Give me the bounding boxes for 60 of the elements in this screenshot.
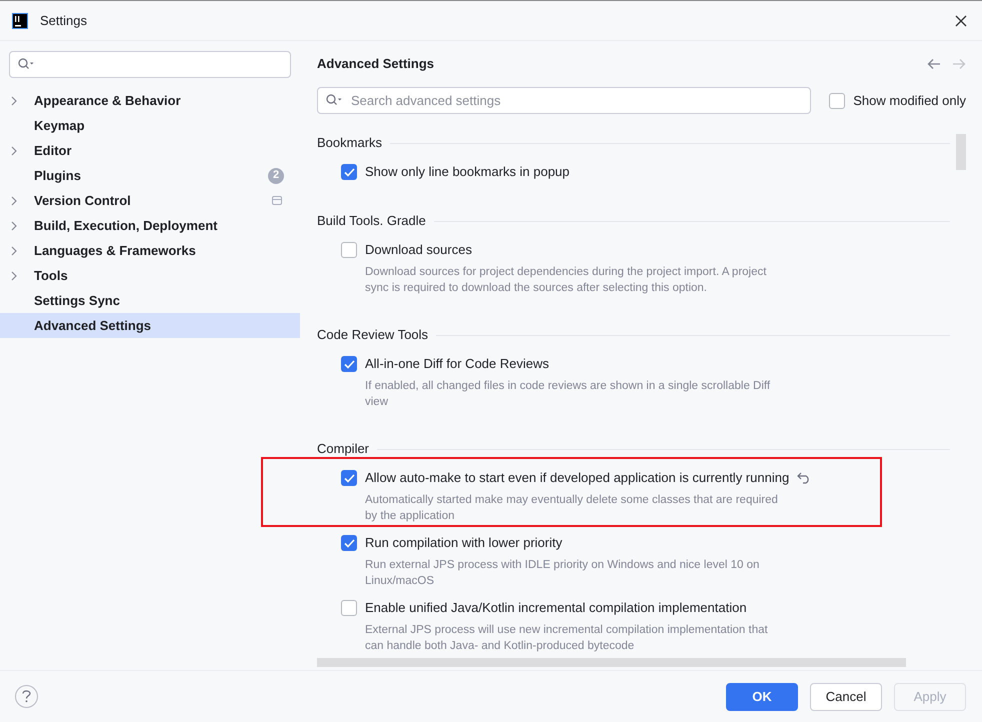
app-logo-icon bbox=[12, 12, 28, 28]
vertical-scrollbar[interactable] bbox=[956, 134, 966, 170]
checkbox[interactable] bbox=[341, 535, 357, 551]
search-field[interactable] bbox=[9, 51, 291, 78]
setting-description: Run external JPS process with IDLE priority on Windows and nice level 10 on Linux/macOS bbox=[365, 558, 760, 589]
section-title: Bookmarks bbox=[317, 134, 382, 152]
check-icon bbox=[344, 360, 354, 368]
page-title: Advanced Settings bbox=[317, 55, 434, 74]
sidebar-item[interactable]: Version Control bbox=[0, 188, 300, 213]
show-modified-checkbox[interactable]: Show modified only bbox=[829, 90, 966, 110]
section-title: Build Tools. Gradle bbox=[317, 212, 426, 230]
sidebar-item[interactable]: Settings Sync bbox=[0, 288, 300, 313]
checkbox[interactable] bbox=[341, 600, 357, 616]
chevron-right-icon[interactable] bbox=[11, 96, 17, 106]
search-icon bbox=[326, 94, 342, 106]
setting-label: All-in-one Diff for Code Reviews bbox=[365, 355, 549, 374]
sidebar-item[interactable]: Tools bbox=[0, 263, 300, 288]
section-title: Code Review Tools bbox=[317, 326, 428, 344]
search-icon bbox=[18, 58, 34, 70]
check-icon bbox=[344, 168, 354, 176]
section-title: Compiler bbox=[317, 440, 370, 458]
checkbox[interactable] bbox=[341, 242, 357, 258]
chevron-right-icon[interactable] bbox=[11, 146, 17, 156]
setting-label: Run compilation with lower priority bbox=[365, 534, 562, 552]
setting-label: Enable unified Java/Kotlin incremental compilation implementation bbox=[365, 599, 747, 618]
question-icon bbox=[22, 690, 31, 703]
setting-description: Automatically started make may eventually delete some classes that are required by the application bbox=[365, 493, 779, 524]
sidebar-item[interactable]: Languages & Frameworks bbox=[0, 238, 300, 263]
undo-icon[interactable] bbox=[797, 472, 812, 484]
close-icon[interactable] bbox=[955, 14, 967, 26]
checkbox[interactable] bbox=[829, 92, 846, 108]
help-button[interactable] bbox=[15, 685, 38, 708]
sidebar-item[interactable]: Appearance & Behavior bbox=[0, 88, 300, 113]
chevron-right-icon[interactable] bbox=[11, 220, 17, 230]
checkbox[interactable] bbox=[341, 356, 357, 372]
dialog-button[interactable]: OK bbox=[726, 682, 798, 710]
sidebar-item[interactable]: Advanced Settings bbox=[0, 313, 300, 338]
sidebar-item[interactable]: Plugins 2 bbox=[0, 163, 300, 188]
sidebar-item[interactable]: Editor bbox=[0, 138, 300, 163]
setting-description: If enabled, all changed files in code reviews are shown in a single scrollable Diff view bbox=[365, 379, 772, 410]
setting-label: Download sources bbox=[365, 241, 472, 260]
setting-label: Allow auto-make to start even if developed application is currently running bbox=[365, 469, 790, 488]
horizontal-scrollbar[interactable] bbox=[317, 658, 906, 667]
setting-label: Show only line bookmarks in popup bbox=[365, 163, 570, 182]
back-arrow-icon[interactable] bbox=[927, 58, 941, 70]
check-icon bbox=[344, 538, 354, 548]
chevron-right-icon[interactable] bbox=[11, 196, 17, 206]
dialog-button[interactable]: Cancel bbox=[810, 682, 882, 710]
sidebar-item[interactable]: Keymap bbox=[0, 113, 300, 138]
check-icon bbox=[344, 474, 354, 482]
checkbox[interactable] bbox=[341, 470, 357, 486]
setting-description: Download sources for project dependencies during the project import. A project sync is required to download the sources after selecting this option. bbox=[365, 265, 768, 296]
checkbox[interactable] bbox=[341, 164, 357, 180]
search-field[interactable]: Search advanced settings bbox=[317, 87, 811, 114]
count-badge: 2 bbox=[268, 168, 284, 184]
sidebar-item[interactable]: Build, Execution, Deployment bbox=[0, 213, 300, 238]
chevron-right-icon[interactable] bbox=[11, 270, 17, 280]
chevron-right-icon[interactable] bbox=[11, 246, 17, 256]
window-title: Settings bbox=[40, 12, 87, 30]
setting-description: External JPS process will use new incremental compilation implementation that can handle both Java- and Kotlin-produced bytecode bbox=[365, 623, 769, 654]
